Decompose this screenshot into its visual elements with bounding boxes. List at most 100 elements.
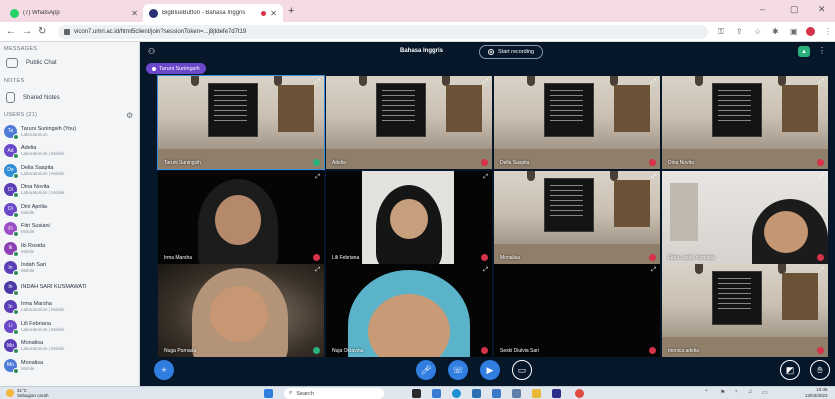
share-webcam-button[interactable]: ▶: [480, 360, 500, 380]
teams-icon[interactable]: [552, 389, 561, 398]
task-view-icon[interactable]: [412, 389, 421, 398]
start-recording-button[interactable]: Start recording: [479, 45, 544, 59]
user-list-item[interactable]: Fi Fitri Susiani Mobile: [4, 220, 136, 238]
wifi-icon[interactable]: ◔: [734, 389, 738, 395]
user-list-item[interactable]: In Irma Marsha Laboratorium | Mobile: [4, 298, 136, 316]
user-list-item[interactable]: De Della Saspita Laboratorium | Mobile: [4, 161, 136, 179]
fullscreen-icon[interactable]: ⤢: [651, 174, 656, 181]
file-explorer-icon[interactable]: [532, 389, 541, 398]
chrome-icon[interactable]: [575, 389, 584, 398]
video-tile[interactable]: ⤢ Seski Diulvia Sari: [494, 264, 660, 357]
weather-widget[interactable]: 31°C Sebagian cerah: [6, 388, 49, 398]
mute-microphone-button[interactable]: 🎤︎: [416, 360, 436, 380]
network-icon[interactable]: ⚑: [720, 389, 725, 396]
fullscreen-icon[interactable]: ⤢: [651, 267, 656, 274]
user-list-item[interactable]: Di Dini Aprilia Mobile: [4, 200, 136, 218]
sidebar-toggle-icon[interactable]: ▣: [790, 27, 798, 36]
fullscreen-icon[interactable]: ⤢: [819, 174, 824, 181]
maximize-button[interactable]: ▢: [790, 4, 799, 15]
fullscreen-icon[interactable]: ⤢: [819, 267, 824, 274]
video-tile[interactable]: ⤢ Nuja Oktavina: [326, 264, 492, 357]
user-role: Laboratorium: [21, 131, 48, 137]
key-icon[interactable]: ⚿: [718, 27, 724, 37]
edge-icon[interactable]: [452, 389, 461, 398]
battery-icon[interactable]: ▭: [762, 389, 768, 396]
chalkboard-menu: [543, 178, 594, 233]
url-input[interactable]: vicon7.umri.ac.id/html5client/join?sessi…: [58, 25, 708, 39]
new-tab-button[interactable]: +: [288, 5, 294, 17]
extensions-icon[interactable]: ✱: [772, 27, 779, 36]
video-tile-name: Adelia: [332, 160, 346, 166]
fullscreen-icon[interactable]: ⤢: [315, 267, 320, 274]
user-list-item[interactable]: Ad Adelia Laboratorium | Mobile: [4, 142, 136, 160]
gear-icon[interactable]: ⚙: [126, 111, 133, 120]
voice-status-icon: [13, 133, 19, 140]
video-tile[interactable]: ⤢ Taruni Suningsih: [157, 75, 325, 170]
windows-start-icon[interactable]: [264, 389, 273, 398]
video-tile[interactable]: ⤢ Irma Marsha: [158, 171, 324, 264]
profile-avatar[interactable]: [806, 27, 815, 36]
video-tile[interactable]: ⤢ Fitria Lasfia Yumaida: [662, 171, 828, 264]
reload-icon[interactable]: ↻: [38, 26, 46, 37]
video-tile-name: Dina Novita: [668, 160, 694, 166]
search-icon: ⌕: [289, 390, 293, 396]
video-tile[interactable]: ⤢ Dina Novita: [662, 76, 828, 169]
actions-plus-button[interactable]: +: [154, 360, 174, 380]
back-arrow-icon[interactable]: ←: [6, 26, 16, 37]
user-list-item[interactable]: In INDAH SARI KUSMAWATI: [4, 278, 136, 296]
webcam-video: [158, 264, 324, 357]
fullscreen-icon[interactable]: ⤢: [483, 267, 488, 274]
user-list-item[interactable]: Ta Taruni Suningsih (You) Laboratorium: [4, 122, 136, 140]
fullscreen-icon[interactable]: ⤢: [483, 174, 488, 181]
user-list-item[interactable]: Di Dina Novita Laboratorium | Mobile: [4, 181, 136, 199]
tab-whatsapp[interactable]: (7) WhatsApp ✕: [4, 4, 144, 22]
volume-icon[interactable]: ♫: [748, 389, 753, 395]
mail-icon[interactable]: [472, 389, 481, 398]
shelf: [445, 85, 483, 132]
user-list-item[interactable]: Li Lili Febriana Laboratorium | Mobile: [4, 317, 136, 335]
fullscreen-icon[interactable]: ⤢: [651, 79, 656, 86]
close-window-button[interactable]: ✕: [818, 4, 826, 15]
chat-app-icon[interactable]: [432, 389, 441, 398]
menu-kebab-icon[interactable]: ⋮: [824, 27, 832, 36]
user-role: Laboratorium | Mobile: [21, 151, 65, 156]
share-screen-button[interactable]: ▭: [512, 360, 532, 380]
fullscreen-icon[interactable]: ⤢: [315, 174, 320, 181]
shelf: [781, 85, 819, 132]
user-list-item[interactable]: Mo Monalisa Mobile: [4, 356, 136, 374]
fullscreen-icon[interactable]: ⤢: [819, 79, 824, 86]
raise-hand-button[interactable]: ✋︎: [810, 360, 830, 380]
video-tile[interactable]: ⤢ Della Saspita: [494, 76, 660, 169]
user-list-item[interactable]: Mo Monalisa Laboratorium | Mobile: [4, 337, 136, 355]
connection-status-icon[interactable]: ▲: [798, 46, 810, 57]
photos-icon[interactable]: [512, 389, 521, 398]
search-label: Search: [296, 390, 314, 397]
close-icon[interactable]: ✕: [270, 9, 277, 18]
user-list-item[interactable]: Ik Iki Rosida Mobile: [4, 239, 136, 257]
fullscreen-icon[interactable]: ⤢: [315, 79, 320, 86]
mic-muted-icon: [481, 254, 488, 261]
store-icon[interactable]: [492, 389, 501, 398]
share-icon[interactable]: ⇪: [736, 27, 743, 36]
users-toggle-icon[interactable]: ⚇: [148, 47, 155, 56]
taskbar-search[interactable]: ⌕ Search: [284, 388, 384, 399]
user-list-item[interactable]: In Indah Sari Mobile: [4, 259, 136, 277]
video-tile[interactable]: ⤢ Nuga Purnada: [158, 264, 324, 357]
tab-bigbluebutton[interactable]: BigBlueButton - Bahasa Inggris ✕: [143, 4, 283, 22]
system-clock[interactable]: 10:46 13/04/2023: [805, 387, 828, 399]
video-tile[interactable]: ⤢ Adelia: [326, 76, 492, 169]
fullscreen-icon[interactable]: ⤢: [483, 79, 488, 86]
video-tile[interactable]: ⤢ Lili Febriana: [326, 171, 492, 264]
star-icon[interactable]: ☆: [754, 27, 761, 36]
minimize-button[interactable]: –: [760, 4, 765, 14]
public-chat-item[interactable]: Public Chat: [6, 58, 57, 68]
forward-arrow-icon[interactable]: →: [22, 26, 32, 37]
close-icon[interactable]: ✕: [131, 9, 138, 18]
shared-notes-item[interactable]: Shared Notes: [6, 92, 60, 103]
video-tile[interactable]: ⤢ Monalisa: [494, 171, 660, 264]
leave-audio-button[interactable]: ☏: [448, 360, 468, 380]
video-tile[interactable]: ⤢ monica adelia: [662, 264, 828, 357]
options-kebab-icon[interactable]: ⋮: [818, 46, 826, 55]
chevron-up-icon[interactable]: ⌃: [704, 389, 709, 396]
presentation-button[interactable]: ◩: [780, 360, 800, 380]
